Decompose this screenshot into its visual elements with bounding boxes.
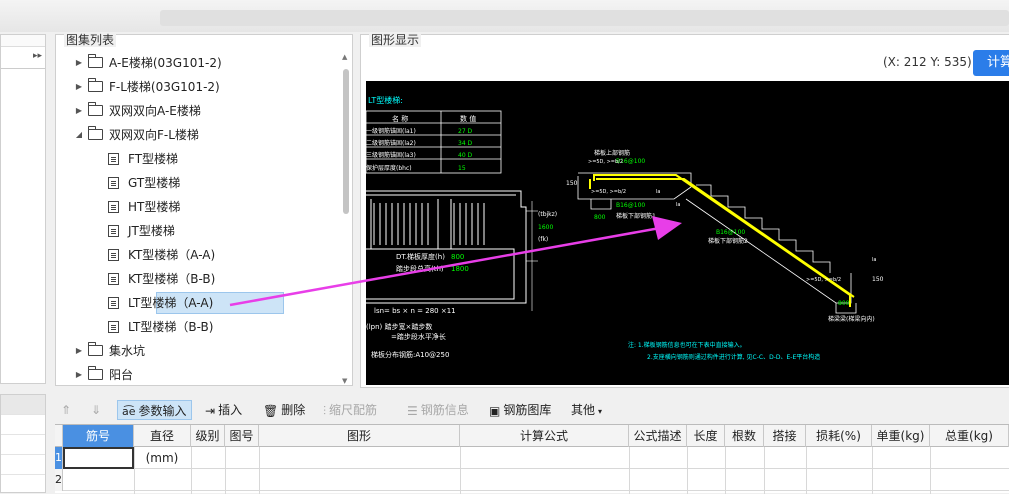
column-header[interactable]: 总重(kg) [930, 425, 1009, 447]
row-number[interactable]: 1 [55, 447, 63, 469]
rebar-library-button[interactable]: ▣ 钢筋图库 [489, 400, 551, 420]
column-header[interactable]: 图形 [259, 425, 460, 447]
column-header[interactable]: 级别 [191, 425, 225, 447]
column-header[interactable]: 直径(mm) [134, 425, 191, 465]
column-header[interactable]: 根数 [725, 425, 764, 447]
scale-rebar-button[interactable]: ⫶ 缩尺配筋 [323, 400, 377, 420]
column-header[interactable]: 公式描述 [629, 425, 687, 447]
library-icon: ▣ [489, 403, 501, 418]
table-row[interactable]: 1 [55, 447, 1009, 469]
info-list-icon: ☰ [407, 403, 418, 418]
column-header[interactable]: 搭接 [764, 425, 806, 447]
rebar-toolbar: ⇑ ⇓ a͡e 参数输入 ⇥ 插入 🗑 删除 ⫶ 缩尺配筋 ☰ 钢筋信息 ▣ 钢筋图库 其他… [55, 398, 1009, 422]
column-header[interactable]: 筋号 [63, 425, 134, 447]
column-header[interactable]: 图号 [225, 425, 259, 447]
column-header[interactable]: 单重(kg) [872, 425, 930, 447]
scale-icon: ⫶ [323, 403, 327, 418]
active-cell[interactable] [63, 447, 134, 469]
rebar-table-header: 筋号 直径(mm) 级别 图号 图形 计算公式 公式描述 长度 根数 搭接 损耗… [55, 425, 1009, 465]
move-up-icon[interactable]: ⇑ [61, 400, 71, 420]
insert-button[interactable]: ⇥ 插入 [205, 400, 242, 420]
rebar-info-button[interactable]: ☰ 钢筋信息 [407, 400, 469, 420]
more-dropdown[interactable]: 其他 ▾ [571, 400, 602, 420]
column-header[interactable]: 长度 [687, 425, 725, 447]
param-input-button[interactable]: a͡e 参数输入 [117, 400, 192, 420]
delete-button[interactable]: 🗑 删除 [263, 400, 305, 420]
param-input-icon: a͡e [122, 404, 136, 418]
column-header[interactable]: 计算公式 [460, 425, 629, 447]
move-down-icon[interactable]: ⇓ [91, 400, 101, 420]
trash-icon: 🗑 [263, 403, 279, 418]
chevron-down-icon: ▾ [598, 407, 603, 416]
table-row[interactable]: 2 [55, 469, 1009, 491]
row-number[interactable]: 2 [55, 469, 63, 491]
column-header[interactable]: 损耗(%) [806, 425, 872, 447]
rebar-table: 筋号 直径(mm) 级别 图号 图形 计算公式 公式描述 长度 根数 搭接 损耗… [55, 424, 1009, 494]
insert-icon: ⇥ [205, 403, 216, 418]
